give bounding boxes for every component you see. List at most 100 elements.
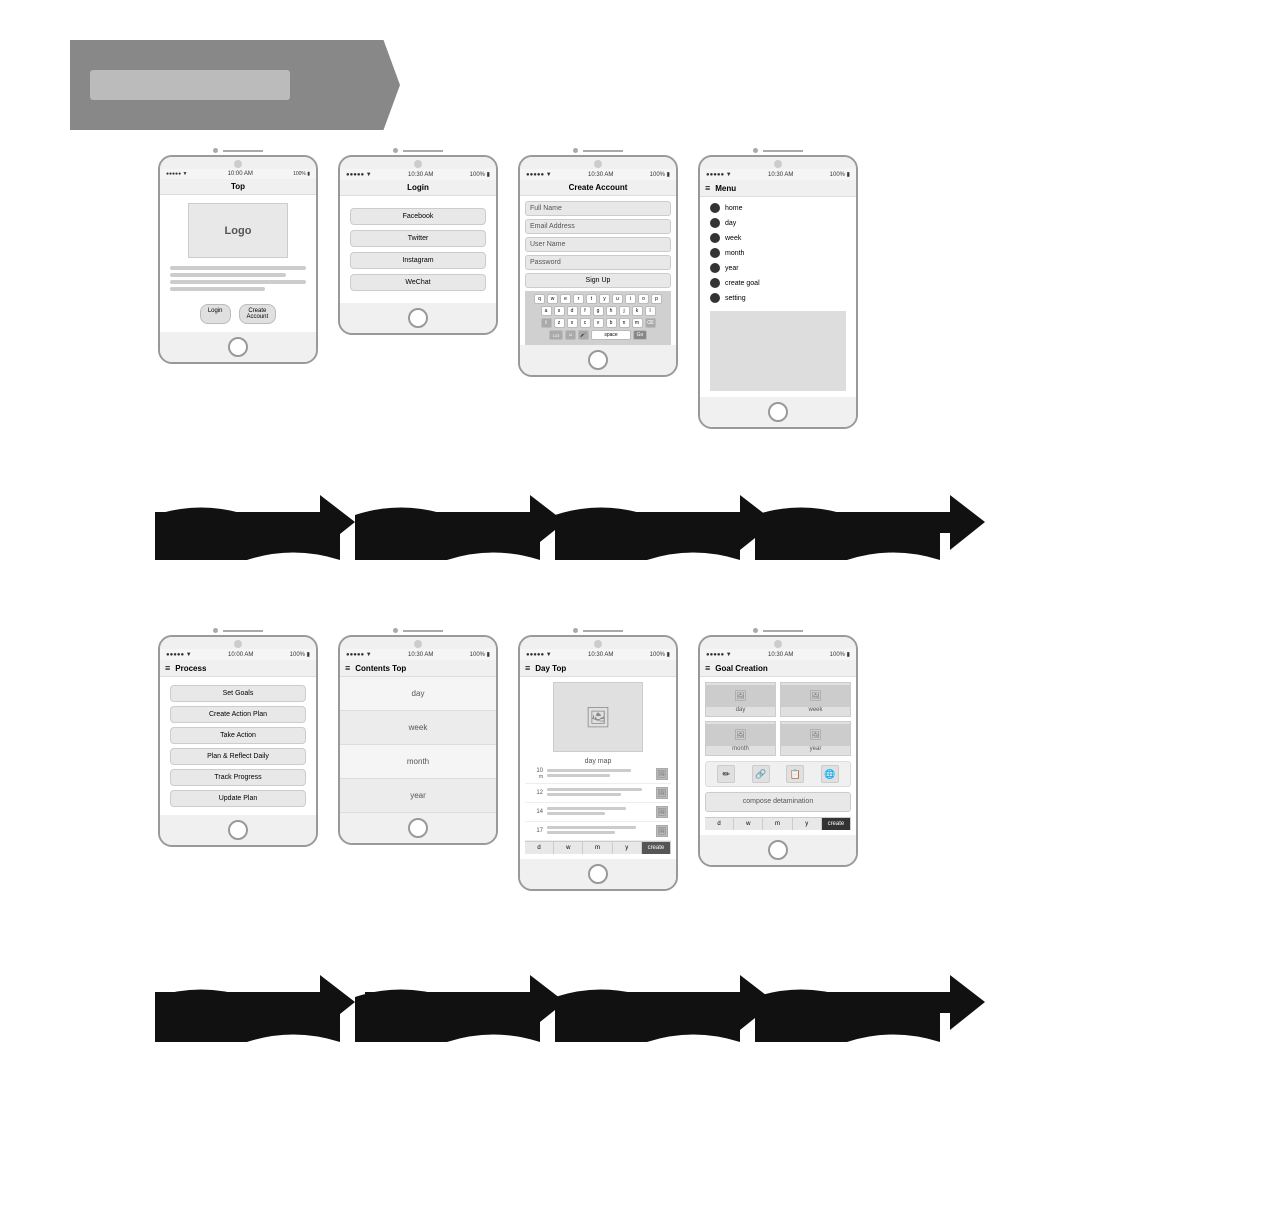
menu-item-week[interactable]: week <box>710 233 846 243</box>
key-b[interactable]: b <box>606 318 617 328</box>
hamburger-icon[interactable]: ≡ <box>165 663 170 673</box>
login-button[interactable]: Login <box>200 304 231 324</box>
key-i[interactable]: i <box>625 294 636 304</box>
menu-item-create-goal[interactable]: create goal <box>710 278 846 288</box>
username-field[interactable]: User Name <box>525 237 671 252</box>
menu-item-year[interactable]: year <box>710 263 846 273</box>
day-list-item-2[interactable]: 12 🖼 <box>525 784 671 803</box>
key-c[interactable]: c <box>580 318 591 328</box>
key-q[interactable]: q <box>534 294 545 304</box>
day-list-item-1[interactable]: 10m 🖼 <box>525 765 671 784</box>
key-g[interactable]: g <box>593 306 604 316</box>
goal-cell-year[interactable]: 🖼 year <box>780 721 851 756</box>
create-account-button[interactable]: CreateAccount <box>239 304 277 324</box>
create-action-plan-button[interactable]: Create Action Plan <box>170 706 306 723</box>
hamburger-icon[interactable]: ≡ <box>525 663 530 673</box>
home-button[interactable] <box>588 864 608 884</box>
day-list-item-3[interactable]: 14 🖼 <box>525 803 671 822</box>
menu-item-setting[interactable]: setting <box>710 293 846 303</box>
full-name-field[interactable]: Full Name <box>525 201 671 216</box>
password-field[interactable]: Password <box>525 255 671 270</box>
key-z[interactable]: z <box>554 318 565 328</box>
key-space[interactable]: space <box>591 330 631 340</box>
home-button[interactable] <box>588 350 608 370</box>
day-btn-y[interactable]: y <box>613 842 642 854</box>
track-progress-button[interactable]: Track Progress <box>170 769 306 786</box>
menu-item-month[interactable]: month <box>710 248 846 258</box>
goal-cell-month[interactable]: 🖼 month <box>705 721 776 756</box>
key-k[interactable]: k <box>632 306 643 316</box>
hamburger-icon[interactable]: ≡ <box>705 183 710 193</box>
calendar-icon[interactable]: 📋 <box>786 765 804 783</box>
pencil-icon[interactable]: ✏ <box>717 765 735 783</box>
instagram-button[interactable]: Instagram <box>350 252 486 269</box>
key-go[interactable]: Go <box>633 330 647 340</box>
home-button[interactable] <box>228 337 248 357</box>
plan-reflect-daily-button[interactable]: Plan & Reflect Daily <box>170 748 306 765</box>
update-plan-button[interactable]: Update Plan <box>170 790 306 807</box>
phone-top-antenna <box>213 148 263 153</box>
key-u[interactable]: u <box>612 294 623 304</box>
home-button[interactable] <box>768 402 788 422</box>
twitter-button[interactable]: Twitter <box>350 230 486 247</box>
key-l[interactable]: l <box>645 306 656 316</box>
key-123[interactable]: 123 <box>549 330 563 340</box>
key-o[interactable]: o <box>638 294 649 304</box>
day-btn-w[interactable]: w <box>554 842 583 854</box>
set-goals-button[interactable]: Set Goals <box>170 685 306 702</box>
goal-cell-day[interactable]: 🖼 day <box>705 682 776 717</box>
key-j[interactable]: j <box>619 306 630 316</box>
key-y[interactable]: y <box>599 294 610 304</box>
goal-btn-create[interactable]: create <box>822 818 851 830</box>
home-button[interactable] <box>228 820 248 840</box>
key-f[interactable]: f <box>580 306 591 316</box>
menu-item-home[interactable]: home <box>710 203 846 213</box>
key-backspace[interactable]: ⌫ <box>645 318 656 328</box>
email-field[interactable]: Email Address <box>525 219 671 234</box>
goal-btn-w[interactable]: w <box>734 818 763 830</box>
goal-btn-m[interactable]: m <box>763 818 792 830</box>
day-btn-create[interactable]: create <box>642 842 671 854</box>
key-v[interactable]: v <box>593 318 604 328</box>
key-a[interactable]: a <box>541 306 552 316</box>
key-h[interactable]: h <box>606 306 617 316</box>
goal-cell-week[interactable]: 🖼 week <box>780 682 851 717</box>
key-t[interactable]: t <box>586 294 597 304</box>
content-section-year[interactable]: year <box>340 779 496 813</box>
goal-compose-field[interactable]: compose detamination <box>705 792 851 812</box>
goal-btn-y[interactable]: y <box>793 818 822 830</box>
globe-icon[interactable]: 🌐 <box>821 765 839 783</box>
content-section-month[interactable]: month <box>340 745 496 779</box>
link-icon[interactable]: 🔗 <box>752 765 770 783</box>
goal-btn-d[interactable]: d <box>705 818 734 830</box>
home-button[interactable] <box>408 308 428 328</box>
day-list-item-4[interactable]: 17 🖼 <box>525 822 671 841</box>
home-button[interactable] <box>408 818 428 838</box>
key-mic[interactable]: 🎤 <box>578 330 589 340</box>
phone-notch <box>414 160 422 168</box>
key-shift[interactable]: ⇧ <box>541 318 552 328</box>
day-btn-d[interactable]: d <box>525 842 554 854</box>
key-p[interactable]: p <box>651 294 662 304</box>
take-action-button[interactable]: Take Action <box>170 727 306 744</box>
key-x[interactable]: x <box>567 318 578 328</box>
home-button[interactable] <box>768 840 788 860</box>
key-s[interactable]: s <box>554 306 565 316</box>
key-e[interactable]: e <box>560 294 571 304</box>
hamburger-icon[interactable]: ≡ <box>345 663 350 673</box>
key-n[interactable]: n <box>619 318 630 328</box>
content-section-day[interactable]: day <box>340 677 496 711</box>
wechat-button[interactable]: WeChat <box>350 274 486 291</box>
key-emoji[interactable]: ☺ <box>565 330 576 340</box>
menu-item-day[interactable]: day <box>710 218 846 228</box>
facebook-button[interactable]: Facebook <box>350 208 486 225</box>
hamburger-icon[interactable]: ≡ <box>705 663 710 673</box>
key-r[interactable]: r <box>573 294 584 304</box>
content-section-week[interactable]: week <box>340 711 496 745</box>
key-w[interactable]: w <box>547 294 558 304</box>
key-d[interactable]: d <box>567 306 578 316</box>
key-m[interactable]: m <box>632 318 643 328</box>
day-btn-m[interactable]: m <box>583 842 612 854</box>
signup-button[interactable]: Sign Up <box>525 273 671 288</box>
goal-cell-label-year: year <box>810 746 822 752</box>
